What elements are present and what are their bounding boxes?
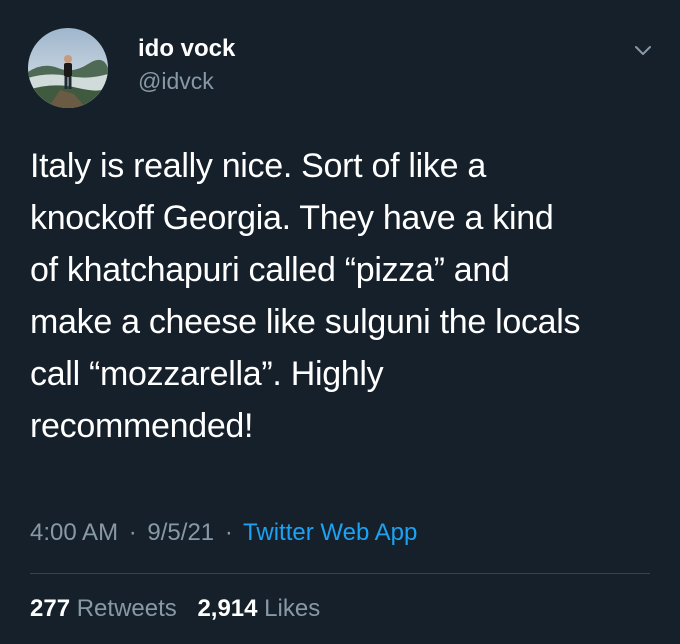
avatar[interactable] [28,28,108,108]
user-handle[interactable]: @idvck [138,66,235,96]
likes-count: 2,914 [197,595,258,622]
tweet-meta: 4:00 AM · 9/5/21 · Twitter Web App [30,516,417,550]
tweet-time[interactable]: 4:00 AM [30,519,118,546]
avatar-photo [28,28,108,108]
meta-separator: · [128,519,137,546]
retweets-label: Retweets [76,595,177,622]
tweet-date[interactable]: 9/5/21 [147,519,214,546]
retweets-stat[interactable]: 277 Retweets [30,595,183,622]
chevron-down-icon[interactable] [628,36,658,66]
likes-label: Likes [264,595,321,622]
tweet-card: ido vock @idvck Italy is really nice. So… [0,0,680,644]
tweet-header: ido vock @idvck [28,28,658,108]
meta-separator: · [224,519,233,546]
tweet-source-link[interactable]: Twitter Web App [243,519,417,546]
tweet-stats: 277 Retweets 2,914 Likes [30,592,320,626]
display-name[interactable]: ido vock [138,34,235,64]
likes-stat[interactable]: 2,914 Likes [197,595,320,622]
divider [30,573,650,574]
retweets-count: 277 [30,595,71,622]
user-names: ido vock @idvck [138,34,235,96]
tweet-text: Italy is really nice. Sort of like a kno… [30,147,581,445]
